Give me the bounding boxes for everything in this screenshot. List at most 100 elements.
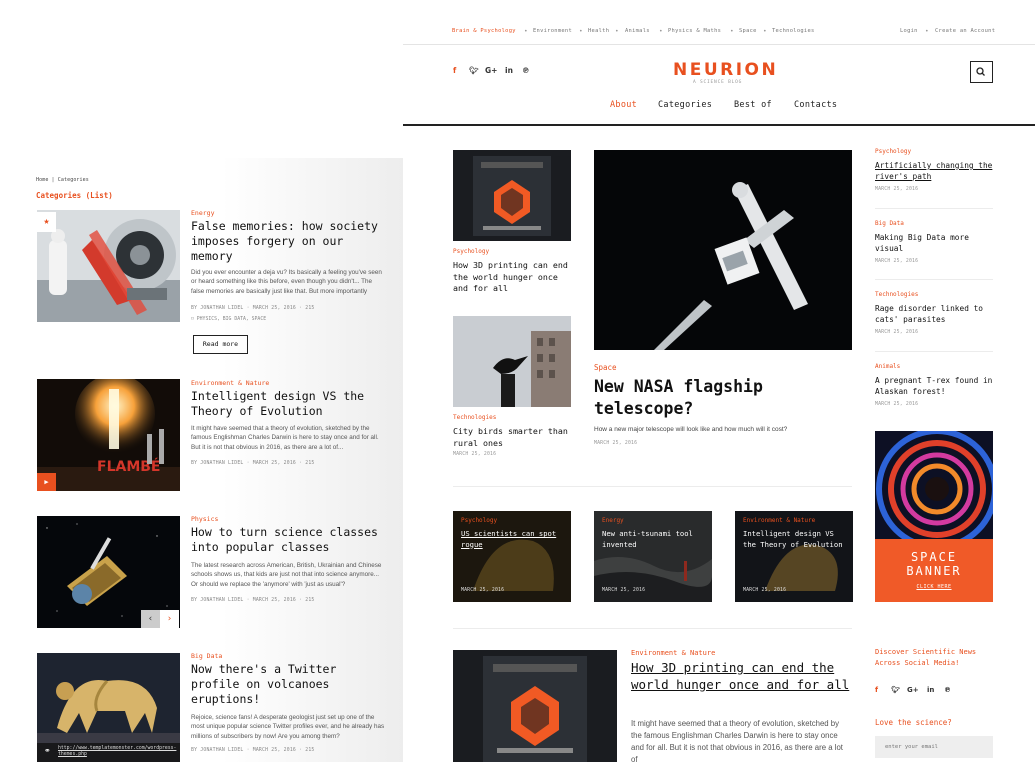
social-heading: Discover Scientific News Across Social M… [875,648,977,667]
sidebar-post-category[interactable]: Technologies [875,291,918,298]
banner-label[interactable]: SPACE BANNER CLICK HERE [875,539,993,602]
login-link[interactable]: Login [900,28,918,34]
google-plus-icon[interactable]: G+ [485,66,497,75]
breadcrumb[interactable]: Home | Categories [36,177,89,183]
search-button[interactable] [970,61,993,83]
post-title[interactable]: Now there's a Twitter profile on volcano… [191,662,391,707]
sidebar-post-date: MARCH 25, 2016 [875,402,919,407]
feature-image[interactable] [594,150,852,350]
post-category[interactable]: Psychology [453,248,489,255]
post-meta: BY JONATHAN LIDEL · MARCH 25, 2016 · 215 [191,461,315,466]
divider [875,208,993,209]
post-title[interactable]: Intelligent design VS the Theory of Evol… [191,389,391,419]
post-category[interactable]: Big Data [191,652,222,660]
prev-arrow-icon[interactable]: ‹ [141,610,160,628]
post-link-bar[interactable]: ⚭ http://www.templatemonster.com/wordpre… [37,743,180,762]
sidebar-post-category[interactable]: Animals [875,363,900,370]
post-category[interactable]: Technologies [453,414,496,421]
post-category[interactable]: Energy [191,209,214,217]
post-link[interactable]: http://www.templatemonster.com/wordpress… [58,746,176,757]
post-category[interactable]: Environment & Nature [631,649,715,657]
linkedin-icon[interactable]: in [505,66,513,75]
post-title[interactable]: How 3D printing can end the world hunger… [453,260,575,295]
post-category[interactable]: Space [594,363,617,372]
category-list-page: Home | Categories Categories (List) ★ En… [0,158,403,762]
dark-card[interactable]: Energy New anti-tsunami tool invented MA… [594,511,712,602]
read-more-button[interactable]: Read more [193,335,248,354]
feature-title[interactable]: New NASA flagship telescope? [594,376,824,420]
post-thumbnail[interactable] [453,316,571,407]
featured-star-icon: ★ [37,212,56,232]
post-category[interactable]: Environment & Nature [191,379,269,387]
nav-categories[interactable]: Categories [658,100,712,110]
card-title[interactable]: US scientists can spot rogue [461,529,565,550]
create-account-link[interactable]: Create an Account [935,28,995,34]
topnav-animals[interactable]: Animals [625,28,650,34]
divider [453,486,852,487]
play-icon[interactable]: ▶ [37,473,56,491]
card-category[interactable]: Energy [602,517,624,524]
card-title[interactable]: Intelligent design VS the Theory of Evol… [743,529,847,550]
facebook-icon[interactable]: f [875,686,878,694]
twitter-icon[interactable]: 🐦︎ [469,66,479,75]
topnav-physics-maths[interactable]: Physics & Maths [668,28,721,34]
sidebar-post-category[interactable]: Big Data [875,220,904,227]
pinterest-icon[interactable]: ℗ [944,686,951,694]
topnav-environment[interactable]: Environment [533,28,572,34]
post-excerpt: Did you ever encounter a deja vu? Its ba… [191,269,382,295]
post-thumbnail[interactable] [453,650,617,762]
home-page: Brain & Psychology • Environment • Healt… [403,0,1035,762]
site-logo[interactable]: NEURION [673,60,778,80]
post-title[interactable]: How 3D printing can end the world hunger… [631,659,851,693]
post-category[interactable]: Physics [191,515,218,523]
post-meta: BY JONATHAN LIDEL · MARCH 25, 2016 · 215 [191,306,315,311]
post-title[interactable]: City birds smarter than rural ones [453,426,575,449]
search-icon [976,67,985,76]
link-icon: ⚭ [44,746,51,755]
card-title[interactable]: New anti-tsunami tool invented [602,529,706,550]
post-thumbnail[interactable] [37,210,180,322]
post-title[interactable]: How to turn science classes into popular… [191,525,391,555]
divider [403,44,1035,45]
card-date: MARCH 25, 2016 [461,588,505,593]
dark-card[interactable]: Psychology US scientists can spot rogue … [453,511,571,602]
banner-line2: BANNER [906,564,962,578]
card-category[interactable]: Environment & Nature [743,517,815,524]
facebook-icon[interactable]: f [453,66,456,75]
post-thumbnail[interactable] [453,150,571,241]
space-banner[interactable]: SPACE BANNER CLICK HERE [875,431,993,602]
twitter-icon[interactable]: 🐦︎ [891,686,900,694]
dark-card[interactable]: Environment & Nature Intelligent design … [735,511,853,602]
sidebar-post-title[interactable]: A pregnant T-rex found in Alaskan forest… [875,375,995,397]
post-excerpt: The latest research across American, Bri… [191,562,382,588]
next-arrow-icon[interactable]: › [160,610,179,628]
page-title: Categories (List) [36,191,113,200]
post-meta: BY JONATHAN LIDEL · MARCH 25, 2016 · 215 [191,598,315,603]
topnav-technologies[interactable]: Technologies [772,28,815,34]
card-category[interactable]: Psychology [461,517,497,524]
topnav-brain-psychology[interactable]: Brain & Psychology [452,28,516,34]
post-date: MARCH 25, 2016 [453,452,497,457]
sidebar-post-date: MARCH 25, 2016 [875,187,919,192]
topnav-space[interactable]: Space [739,28,757,34]
post-date: MARCH 25, 2016 [594,441,638,446]
banner-cta-link[interactable]: CLICK HERE [875,584,993,590]
banner-line1: SPACE [910,550,958,564]
sidebar-post-category[interactable]: Psychology [875,148,911,155]
topnav-health[interactable]: Health [588,28,609,34]
card-date: MARCH 25, 2016 [743,588,787,593]
newsletter-heading: Love the science? [875,718,952,727]
nav-about[interactable]: About [610,100,637,110]
sidebar-post-title[interactable]: Making Big Data more visual [875,232,995,254]
nav-best-of[interactable]: Best of [734,100,772,110]
post-thumbnail[interactable]: FLAMBÉ [37,379,180,491]
sidebar-post-title[interactable]: Artificially changing the river's path [875,160,995,182]
post-title[interactable]: False memories: how society imposes forg… [191,219,391,264]
linkedin-icon[interactable]: in [927,686,934,694]
nav-contacts[interactable]: Contacts [794,100,837,110]
email-field[interactable] [875,736,993,758]
divider [875,279,993,280]
sidebar-post-title[interactable]: Rage disorder linked to cats' parasites [875,303,995,325]
google-plus-icon[interactable]: G+ [907,686,919,694]
pinterest-icon[interactable]: ℗ [522,66,530,75]
